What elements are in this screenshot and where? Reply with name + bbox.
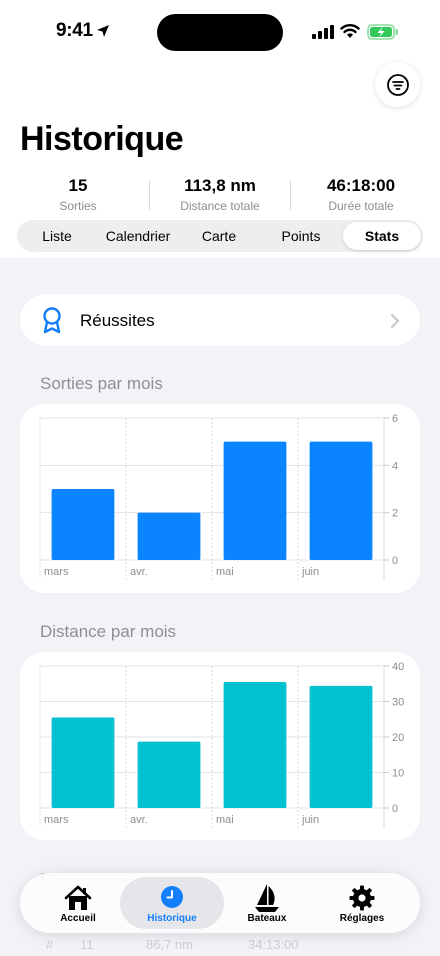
tab-reglages[interactable]: Réglages — [310, 877, 414, 929]
summary-stats: 15 Sorties 113,8 nm Distance totale 46:1… — [0, 176, 440, 216]
summary-value: 15 — [68, 176, 88, 195]
summary-label: Sorties — [59, 199, 97, 213]
peek-count: 11 — [80, 937, 94, 952]
bar-mai — [223, 441, 287, 560]
y-tick-label: 40 — [392, 661, 404, 673]
segment-stats[interactable]: Stats — [343, 222, 421, 250]
bar-avr. — [137, 512, 201, 560]
summary-sorties: 15 Sorties — [28, 176, 128, 213]
sorties-chart-card: 0 2 4 6 mars avr. mai juin — [20, 404, 420, 593]
bar-mars — [51, 717, 115, 808]
segment-liste[interactable]: Liste — [19, 222, 95, 250]
tab-label: Historique — [147, 913, 197, 924]
y-tick-label: 2 — [392, 508, 398, 520]
peek-distance: 86,7 nm — [146, 937, 193, 952]
summary-divider — [290, 180, 291, 210]
y-tick-label: 10 — [392, 768, 404, 780]
sorties-chart: 0 2 4 6 mars avr. mai juin — [39, 413, 398, 580]
x-tick-label: avr. — [130, 566, 148, 578]
location-arrow-icon — [97, 25, 109, 37]
summary-label: Durée totale — [328, 199, 394, 213]
page-title: Historique — [20, 120, 184, 158]
bar-mars — [51, 489, 115, 560]
sailboat-icon — [255, 884, 279, 912]
summary-label: Distance totale — [180, 199, 260, 213]
dynamic-island — [157, 14, 283, 51]
summary-value: 113,8 nm — [184, 176, 256, 195]
summary-value: 46:18:00 — [326, 176, 396, 195]
gear-icon — [349, 885, 375, 911]
reussites-row[interactable]: Réussites — [20, 294, 420, 346]
x-tick-label: mars — [44, 566, 69, 578]
bar-juin — [309, 685, 373, 808]
summary-duree: 46:18:00 Durée totale — [301, 176, 421, 213]
tab-bateaux[interactable]: Bateaux — [215, 877, 319, 929]
x-tick-label: mai — [216, 566, 234, 578]
award-ribbon-icon — [43, 307, 61, 334]
bar-juin — [309, 441, 373, 560]
view-segmented-control: Liste Calendrier Carte Points Stats — [17, 220, 423, 252]
segment-calendrier[interactable]: Calendrier — [97, 222, 179, 250]
peek-duration: 34:13:00 — [248, 937, 299, 952]
bar-avr. — [137, 741, 201, 808]
segment-points[interactable]: Points — [259, 222, 343, 250]
distance-chart-title: Distance par mois — [40, 622, 177, 641]
y-tick-label: 0 — [392, 803, 398, 815]
house-icon — [64, 885, 92, 910]
segment-carte[interactable]: Carte — [181, 222, 257, 250]
x-tick-label: juin — [301, 814, 319, 826]
tab-accueil[interactable]: Accueil — [26, 877, 130, 929]
status-time: 9:41 — [56, 20, 93, 41]
reussites-label: Réussites — [80, 311, 155, 330]
x-tick-label: mai — [216, 814, 234, 826]
filter-button[interactable] — [375, 62, 420, 107]
y-tick-label: 4 — [392, 460, 398, 472]
chevron-right-icon — [390, 313, 400, 329]
distance-chart-card: 0 10 20 30 40 mars avr. mai juin — [20, 652, 420, 840]
tab-historique[interactable]: Historique — [120, 877, 224, 929]
y-tick-label: 0 — [392, 555, 398, 567]
tab-label: Réglages — [339, 913, 385, 924]
sorties-chart-title: Sorties par mois — [40, 374, 163, 393]
y-tick-label: 20 — [392, 732, 404, 744]
clock-icon — [161, 886, 183, 908]
summary-distance: 113,8 nm Distance totale — [160, 176, 280, 213]
hash-icon: # — [46, 937, 54, 952]
y-tick-label: 30 — [392, 697, 404, 709]
tab-bar: Accueil Historique Bateaux Réglages — [20, 873, 420, 933]
cellular-signal-icon — [312, 25, 334, 39]
tab-label: Accueil — [60, 913, 96, 924]
x-tick-label: mars — [44, 814, 69, 826]
wifi-icon — [340, 24, 360, 38]
x-tick-label: juin — [301, 566, 319, 578]
summary-divider — [149, 180, 150, 210]
y-tick-label: 6 — [392, 413, 398, 425]
filter-icon — [386, 73, 409, 96]
bar-mai — [223, 681, 287, 808]
tab-label: Bateaux — [247, 913, 287, 924]
x-tick-label: avr. — [130, 814, 148, 826]
battery-charging-icon — [367, 24, 398, 40]
distance-chart: 0 10 20 30 40 mars avr. mai juin — [39, 661, 404, 828]
